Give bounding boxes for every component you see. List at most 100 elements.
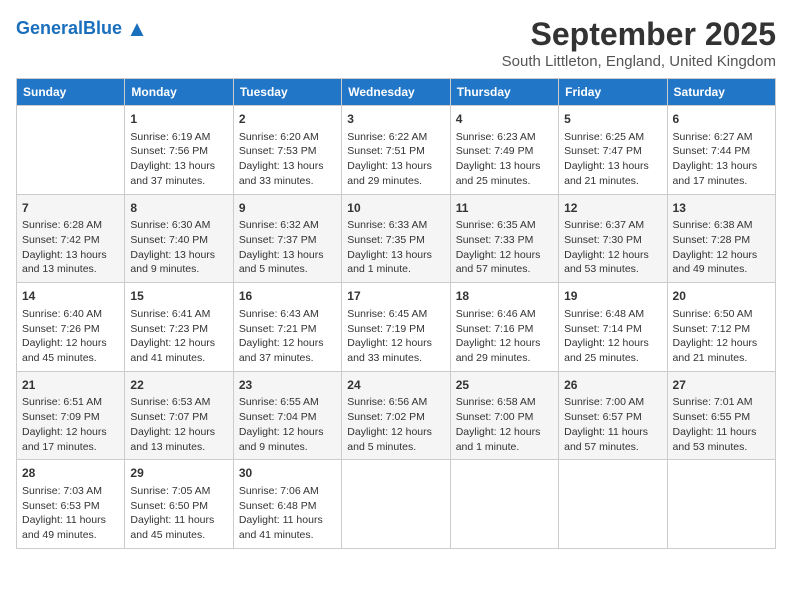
day-content-line: and 53 minutes. (564, 262, 661, 277)
day-content-line: Daylight: 12 hours (456, 248, 553, 263)
day-content-line: and 45 minutes. (130, 528, 227, 543)
calendar-cell: 11Sunrise: 6:35 AMSunset: 7:33 PMDayligh… (450, 194, 558, 283)
calendar-cell: 7Sunrise: 6:28 AMSunset: 7:42 PMDaylight… (17, 194, 125, 283)
day-content-line: Sunrise: 7:03 AM (22, 484, 119, 499)
calendar-cell: 10Sunrise: 6:33 AMSunset: 7:35 PMDayligh… (342, 194, 450, 283)
day-number: 9 (239, 200, 336, 217)
weekday-header-sunday: Sunday (17, 79, 125, 106)
day-content-line: Sunrise: 6:19 AM (130, 130, 227, 145)
day-content-line: Daylight: 12 hours (239, 336, 336, 351)
calendar-cell: 12Sunrise: 6:37 AMSunset: 7:30 PMDayligh… (559, 194, 667, 283)
weekday-header-friday: Friday (559, 79, 667, 106)
day-content-line: Sunset: 7:40 PM (130, 233, 227, 248)
day-content-line: Sunset: 7:16 PM (456, 322, 553, 337)
calendar-cell: 9Sunrise: 6:32 AMSunset: 7:37 PMDaylight… (233, 194, 341, 283)
day-content-line: Sunrise: 7:01 AM (673, 395, 770, 410)
day-content-line: Sunrise: 7:05 AM (130, 484, 227, 499)
day-content-line: Daylight: 13 hours (564, 159, 661, 174)
day-content-line: Sunrise: 6:33 AM (347, 218, 444, 233)
day-content-line: Sunset: 7:30 PM (564, 233, 661, 248)
day-number: 17 (347, 288, 444, 305)
day-content-line: Sunset: 7:07 PM (130, 410, 227, 425)
day-content-line: Daylight: 12 hours (456, 336, 553, 351)
calendar-cell: 4Sunrise: 6:23 AMSunset: 7:49 PMDaylight… (450, 106, 558, 195)
day-content-line: Daylight: 13 hours (347, 159, 444, 174)
calendar-cell: 30Sunrise: 7:06 AMSunset: 6:48 PMDayligh… (233, 460, 341, 549)
calendar-cell: 21Sunrise: 6:51 AMSunset: 7:09 PMDayligh… (17, 371, 125, 460)
day-content-line: Daylight: 12 hours (130, 425, 227, 440)
day-content-line: Sunset: 7:14 PM (564, 322, 661, 337)
calendar-cell: 8Sunrise: 6:30 AMSunset: 7:40 PMDaylight… (125, 194, 233, 283)
logo-text: GeneralBlue (16, 19, 122, 39)
day-content-line: Sunrise: 6:56 AM (347, 395, 444, 410)
day-content-line: and 49 minutes. (673, 262, 770, 277)
day-content-line: and 45 minutes. (22, 351, 119, 366)
day-content-line: and 9 minutes. (239, 440, 336, 455)
logo: GeneralBlue ▲ (16, 16, 148, 42)
day-content-line: Daylight: 11 hours (673, 425, 770, 440)
calendar-week-row: 28Sunrise: 7:03 AMSunset: 6:53 PMDayligh… (17, 460, 776, 549)
day-content-line: Sunrise: 7:00 AM (564, 395, 661, 410)
day-content-line: Daylight: 13 hours (130, 248, 227, 263)
day-content-line: Sunset: 7:47 PM (564, 144, 661, 159)
day-content-line: Sunrise: 6:27 AM (673, 130, 770, 145)
day-content-line: Daylight: 12 hours (347, 336, 444, 351)
calendar-week-row: 1Sunrise: 6:19 AMSunset: 7:56 PMDaylight… (17, 106, 776, 195)
day-content-line: Sunset: 7:28 PM (673, 233, 770, 248)
day-content-line: and 1 minute. (347, 262, 444, 277)
calendar-table: SundayMondayTuesdayWednesdayThursdayFrid… (16, 78, 776, 549)
calendar-cell: 29Sunrise: 7:05 AMSunset: 6:50 PMDayligh… (125, 460, 233, 549)
day-content-line: Sunset: 7:09 PM (22, 410, 119, 425)
day-content-line: Sunrise: 6:46 AM (456, 307, 553, 322)
day-content-line: Daylight: 13 hours (347, 248, 444, 263)
day-content-line: Sunset: 7:26 PM (22, 322, 119, 337)
calendar-cell (667, 460, 775, 549)
calendar-cell: 13Sunrise: 6:38 AMSunset: 7:28 PMDayligh… (667, 194, 775, 283)
calendar-cell: 3Sunrise: 6:22 AMSunset: 7:51 PMDaylight… (342, 106, 450, 195)
day-content-line: Daylight: 13 hours (239, 248, 336, 263)
weekday-header-wednesday: Wednesday (342, 79, 450, 106)
calendar-cell: 1Sunrise: 6:19 AMSunset: 7:56 PMDaylight… (125, 106, 233, 195)
day-content-line: and 1 minute. (456, 440, 553, 455)
day-content-line: Sunrise: 6:30 AM (130, 218, 227, 233)
day-content-line: Sunset: 7:21 PM (239, 322, 336, 337)
day-content-line: and 53 minutes. (673, 440, 770, 455)
calendar-header-row: SundayMondayTuesdayWednesdayThursdayFrid… (17, 79, 776, 106)
logo-blue: Blue (83, 18, 122, 38)
day-content-line: Sunrise: 6:32 AM (239, 218, 336, 233)
day-content-line: and 41 minutes. (130, 351, 227, 366)
day-content-line: Sunset: 7:51 PM (347, 144, 444, 159)
day-content-line: Sunset: 7:04 PM (239, 410, 336, 425)
day-content-line: Sunset: 6:53 PM (22, 499, 119, 514)
day-content-line: Daylight: 11 hours (130, 513, 227, 528)
day-content-line: and 37 minutes. (239, 351, 336, 366)
day-content-line: Sunset: 7:02 PM (347, 410, 444, 425)
calendar-cell: 19Sunrise: 6:48 AMSunset: 7:14 PMDayligh… (559, 283, 667, 372)
day-content-line: and 13 minutes. (22, 262, 119, 277)
calendar-cell: 26Sunrise: 7:00 AMSunset: 6:57 PMDayligh… (559, 371, 667, 460)
day-content-line: and 49 minutes. (22, 528, 119, 543)
day-content-line: Sunrise: 6:41 AM (130, 307, 227, 322)
calendar-cell: 22Sunrise: 6:53 AMSunset: 7:07 PMDayligh… (125, 371, 233, 460)
calendar-cell: 20Sunrise: 6:50 AMSunset: 7:12 PMDayligh… (667, 283, 775, 372)
day-content-line: and 17 minutes. (22, 440, 119, 455)
calendar-cell: 23Sunrise: 6:55 AMSunset: 7:04 PMDayligh… (233, 371, 341, 460)
day-content-line: Sunrise: 6:58 AM (456, 395, 553, 410)
logo-general: General (16, 18, 83, 38)
title-block: September 2025 South Littleton, England,… (502, 16, 776, 70)
day-content-line: Sunrise: 6:50 AM (673, 307, 770, 322)
day-content-line: Sunset: 7:49 PM (456, 144, 553, 159)
day-content-line: Sunset: 7:53 PM (239, 144, 336, 159)
calendar-week-row: 14Sunrise: 6:40 AMSunset: 7:26 PMDayligh… (17, 283, 776, 372)
day-content-line: Sunset: 6:48 PM (239, 499, 336, 514)
day-content-line: Sunrise: 6:23 AM (456, 130, 553, 145)
day-number: 10 (347, 200, 444, 217)
page-header: GeneralBlue ▲ September 2025 South Littl… (16, 16, 776, 70)
day-number: 29 (130, 465, 227, 482)
day-content-line: Sunrise: 6:55 AM (239, 395, 336, 410)
day-content-line: and 29 minutes. (347, 174, 444, 189)
day-number: 3 (347, 111, 444, 128)
day-content-line: Daylight: 12 hours (673, 336, 770, 351)
day-content-line: and 21 minutes. (564, 174, 661, 189)
day-content-line: Sunrise: 6:37 AM (564, 218, 661, 233)
